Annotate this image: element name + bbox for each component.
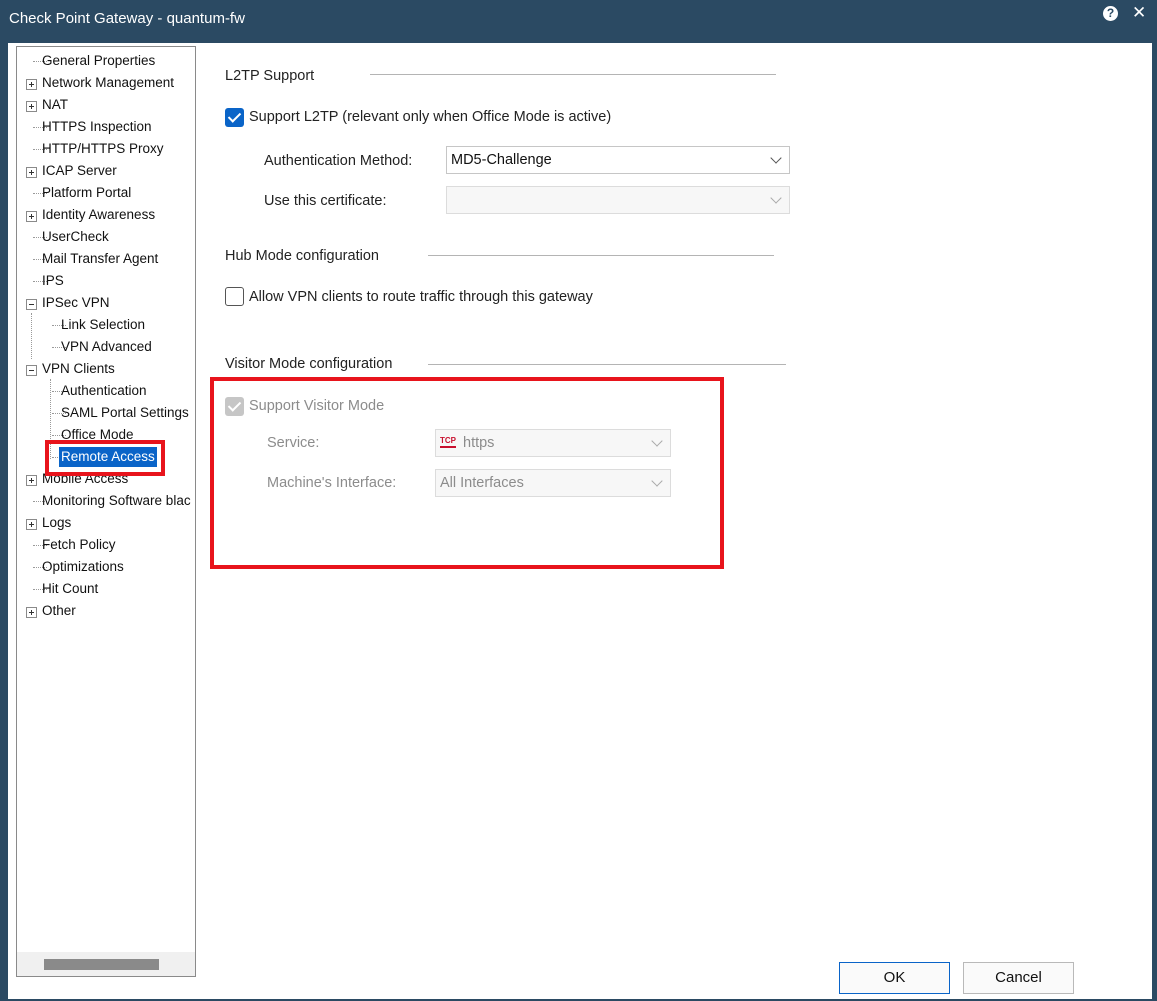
tree-item-http-https-proxy[interactable]: HTTP/HTTPS Proxy bbox=[42, 139, 164, 159]
auth-method-dropdown[interactable]: MD5-Challenge bbox=[446, 146, 790, 174]
window-title: Check Point Gateway - quantum-fw bbox=[9, 10, 245, 27]
divider bbox=[428, 364, 786, 365]
tree-item-vpn-clients[interactable]: VPN Clients bbox=[42, 359, 115, 379]
tree-item-nat[interactable]: NAT bbox=[42, 95, 68, 115]
tree-item-https-inspection[interactable]: HTTPS Inspection bbox=[42, 117, 152, 137]
certificate-label: Use this certificate: bbox=[264, 193, 387, 209]
tree-item-ipsec-vpn[interactable]: IPSec VPN bbox=[42, 293, 110, 313]
title-bar: Check Point Gateway - quantum-fw ? ✕ bbox=[0, 0, 1157, 40]
tree-item-icap-server[interactable]: ICAP Server bbox=[42, 161, 117, 181]
expand-plus-icon[interactable] bbox=[26, 101, 37, 112]
divider bbox=[370, 74, 776, 75]
tree-item-link-selection[interactable]: Link Selection bbox=[61, 315, 145, 335]
tree-item-mail-transfer-agent[interactable]: Mail Transfer Agent bbox=[42, 249, 158, 269]
cancel-button[interactable]: Cancel bbox=[963, 962, 1074, 994]
tree-item-hit-count[interactable]: Hit Count bbox=[42, 579, 98, 599]
auth-method-label: Authentication Method: bbox=[264, 153, 413, 169]
tree-item-general-properties[interactable]: General Properties bbox=[42, 51, 155, 71]
tree-item-network-management[interactable]: Network Management bbox=[42, 73, 174, 93]
highlight-box-remote-access bbox=[45, 440, 165, 476]
tree-item-other[interactable]: Other bbox=[42, 601, 76, 621]
tree-item-platform-portal[interactable]: Platform Portal bbox=[42, 183, 131, 203]
tree-item-vpn-advanced[interactable]: VPN Advanced bbox=[61, 337, 152, 357]
expand-plus-icon[interactable] bbox=[26, 607, 37, 618]
collapse-minus-icon[interactable] bbox=[26, 365, 37, 376]
tree-item-identity-awareness[interactable]: Identity Awareness bbox=[42, 205, 155, 225]
certificate-dropdown[interactable] bbox=[446, 186, 790, 214]
section-heading-hub-mode: Hub Mode configuration bbox=[225, 248, 379, 264]
expand-plus-icon[interactable] bbox=[26, 475, 37, 486]
scrollbar-thumb[interactable] bbox=[44, 959, 159, 970]
tree-item-usercheck[interactable]: UserCheck bbox=[42, 227, 109, 247]
section-heading-l2tp: L2TP Support bbox=[225, 68, 315, 84]
chevron-down-icon bbox=[770, 152, 782, 164]
tree-item-ips[interactable]: IPS bbox=[42, 271, 64, 291]
auth-method-value: MD5-Challenge bbox=[451, 152, 552, 168]
tree-item-monitoring-software-blade[interactable]: Monitoring Software blac bbox=[42, 491, 191, 511]
tree-item-logs[interactable]: Logs bbox=[42, 513, 71, 533]
tree-item-saml-portal-settings[interactable]: SAML Portal Settings bbox=[61, 403, 189, 423]
expand-plus-icon[interactable] bbox=[26, 211, 37, 222]
tree-item-authentication[interactable]: Authentication bbox=[61, 381, 147, 401]
collapse-minus-icon[interactable] bbox=[26, 299, 37, 310]
chevron-down-icon bbox=[770, 192, 782, 204]
expand-plus-icon[interactable] bbox=[26, 519, 37, 530]
highlight-box-visitor-mode bbox=[210, 377, 724, 569]
support-l2tp-checkbox[interactable] bbox=[225, 108, 244, 127]
expand-plus-icon[interactable] bbox=[26, 167, 37, 178]
tree-connector bbox=[31, 313, 32, 359]
support-l2tp-label: Support L2TP (relevant only when Office … bbox=[249, 109, 612, 125]
ok-button[interactable]: OK bbox=[839, 962, 950, 994]
tree-item-fetch-policy[interactable]: Fetch Policy bbox=[42, 535, 116, 555]
close-icon[interactable]: ✕ bbox=[1132, 3, 1146, 23]
allow-vpn-routing-label: Allow VPN clients to route traffic throu… bbox=[249, 289, 593, 305]
allow-vpn-routing-checkbox[interactable] bbox=[225, 287, 244, 306]
section-heading-visitor-mode: Visitor Mode configuration bbox=[225, 356, 393, 372]
divider bbox=[428, 255, 774, 256]
expand-plus-icon[interactable] bbox=[26, 79, 37, 90]
navigation-tree: General Properties Network Management NA… bbox=[16, 46, 196, 977]
settings-panel: L2TP Support Support L2TP (relevant only… bbox=[196, 43, 1152, 999]
tree-item-optimizations[interactable]: Optimizations bbox=[42, 557, 124, 577]
tree-horizontal-scrollbar[interactable] bbox=[17, 952, 195, 976]
dialog-body: General Properties Network Management NA… bbox=[8, 43, 1152, 999]
help-icon[interactable]: ? bbox=[1103, 6, 1118, 21]
